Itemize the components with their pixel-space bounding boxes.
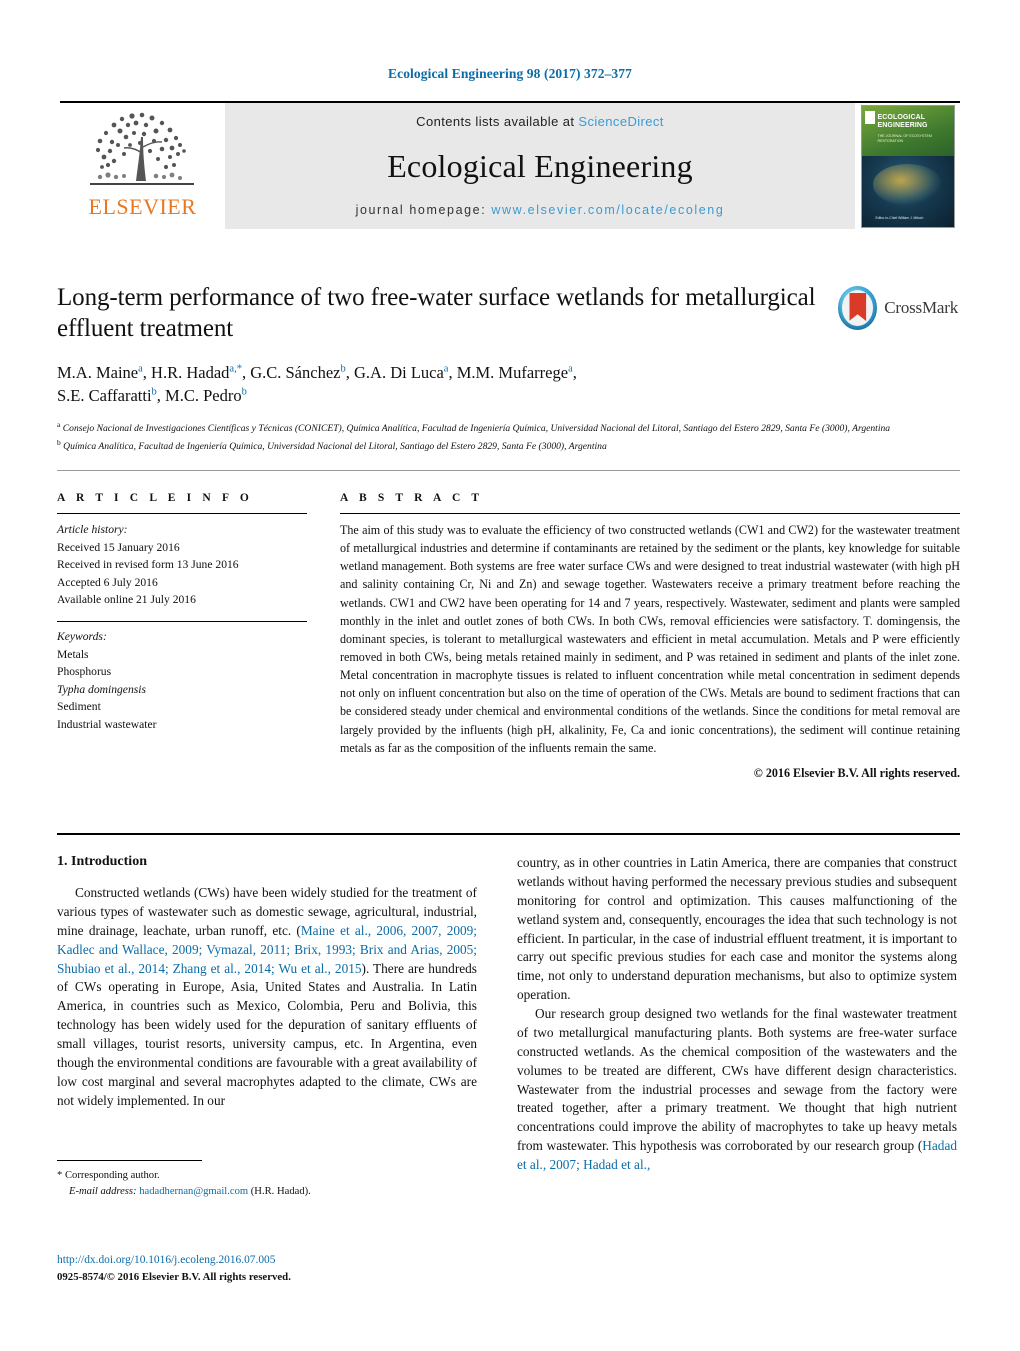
article-info-heading: A R T I C L E I N F O <box>57 492 253 504</box>
intro-paragraph-1-cont: country, as in other countries in Latin … <box>517 855 957 1003</box>
intro-p2-part-a: Our research group designed two wetlands… <box>517 1006 957 1154</box>
affiliation-b: b Química Analítica, Facultad de Ingenie… <box>57 437 607 452</box>
abstract-rule <box>340 513 960 514</box>
crossmark-label: CrossMark <box>884 298 958 317</box>
journal-homepage-link[interactable]: www.elsevier.com/locate/ecoleng <box>491 203 724 217</box>
corresponding-label: Corresponding author. <box>64 1170 160 1181</box>
author-line-1: M.A. Mainea, H.R. Hadada,*, G.C. Sánchez… <box>57 363 577 382</box>
keywords-block: Keywords: Metals Phosphorus Typha doming… <box>57 628 307 734</box>
running-head: Ecological Engineering 98 (2017) 372–377 <box>388 66 632 81</box>
info-divider-top <box>57 470 960 471</box>
article-history: Article history: Received 15 January 201… <box>57 521 307 609</box>
history-item: Accepted 6 July 2016 <box>57 575 158 589</box>
body-column-right: country, as in other countries in Latin … <box>517 854 957 1175</box>
intro-p1-part-b: ). There are hundreds of CWs operating i… <box>57 960 477 1108</box>
cover-title-line2: ENGINEERING <box>877 121 928 129</box>
email-label: E-mail address: <box>69 1185 137 1197</box>
keywords-label: Keywords: <box>57 630 107 644</box>
footnote-divider <box>57 1160 202 1161</box>
contents-available-line: Contents lists available at ScienceDirec… <box>416 114 664 129</box>
section-heading-introduction: 1. Introduction <box>57 854 147 869</box>
affiliation-b-text: Química Analítica, Facultad de Ingenierí… <box>63 440 607 452</box>
keyword-item: Metals <box>57 647 89 661</box>
abstract-copyright: © 2016 Elsevier B.V. All rights reserved… <box>753 765 960 780</box>
abstract-heading: A B S T R A C T <box>340 492 484 504</box>
article-history-label: Article history: <box>57 523 128 536</box>
author-line-2: S.E. Caffarattib, M.C. Pedrob <box>57 386 247 406</box>
abstract-text: The aim of this study was to evaluate th… <box>340 523 960 755</box>
affiliation-a-text: Consejo Nacional de Investigaciones Cien… <box>62 423 891 435</box>
journal-article-page: Ecological Engineering 98 (2017) 372–377 <box>0 0 1020 1351</box>
email-owner: (H.R. Hadad). <box>250 1185 311 1197</box>
keyword-item: Typha domingensis <box>57 682 146 696</box>
corresponding-marker: * <box>57 1170 63 1181</box>
keywords-rule <box>57 621 307 623</box>
cover-elsevier-icon <box>864 110 875 124</box>
cover-title: ECOLOGICAL ENGINEERING <box>878 114 951 130</box>
email-line: E-mail address: hadadhernan@gmail.com (H… <box>57 1184 487 1200</box>
keyword-item: Sediment <box>57 700 101 714</box>
article-info-rule <box>57 513 307 514</box>
crossmark-badge[interactable]: CrossMark <box>838 281 958 335</box>
intro-paragraph-1: Constructed wetlands (CWs) have been wid… <box>57 884 477 1111</box>
affiliation-a: a Consejo Nacional de Investigaciones Ci… <box>57 419 891 435</box>
history-item: Available online 21 July 2016 <box>57 593 196 607</box>
journal-homepage-line: journal homepage: www.elsevier.com/locat… <box>356 203 725 217</box>
journal-cover-thumbnail: ECOLOGICAL ENGINEERING THE JOURNAL OF EC… <box>860 104 955 228</box>
doi-link[interactable]: http://dx.doi.org/10.1016/j.ecoleng.2016… <box>57 1252 487 1269</box>
masthead-center: Contents lists available at ScienceDirec… <box>225 103 855 229</box>
article-info-column: A R T I C L E I N F O Article history: R… <box>57 492 307 734</box>
contents-prefix: Contents lists available at <box>416 114 579 129</box>
elsevier-wordmark: ELSEVIER <box>88 194 197 219</box>
abstract-column: A B S T R A C T The aim of this study wa… <box>340 492 960 781</box>
cover-title-line1: ECOLOGICAL <box>877 113 926 121</box>
doi-block: http://dx.doi.org/10.1016/j.ecoleng.2016… <box>57 1252 487 1285</box>
issn-copyright-line: 0925-8574/© 2016 Elsevier B.V. All right… <box>57 1270 291 1283</box>
keyword-item: Phosphorus <box>57 665 112 679</box>
crossmark-icon <box>838 286 878 330</box>
title-block: Long-term performance of two free-water … <box>57 283 890 454</box>
page-title: Long-term performance of two free-water … <box>57 284 816 342</box>
cover-artwork <box>872 163 943 205</box>
elsevier-tree-icon <box>84 107 202 195</box>
elsevier-logo: ELSEVIER <box>60 103 225 229</box>
abstract-divider-bottom <box>57 833 960 835</box>
keyword-item: Industrial wastewater <box>57 718 157 732</box>
journal-masthead: ELSEVIER Contents lists available at Sci… <box>60 101 960 229</box>
homepage-prefix: journal homepage: <box>355 203 492 217</box>
author-list: M.A. Mainea, H.R. Hadada,*, G.C. Sánchez… <box>57 361 817 408</box>
journal-title: Ecological Engineering <box>387 148 693 184</box>
email-link[interactable]: hadadhernan@gmail.com <box>139 1186 248 1197</box>
sciencedirect-link[interactable]: ScienceDirect <box>578 114 663 129</box>
journal-cover-block: ECOLOGICAL ENGINEERING THE JOURNAL OF EC… <box>855 103 960 229</box>
cover-footer: Editor-in-Chief William J. Mitsch <box>875 216 924 221</box>
body-column-left: 1. Introduction Constructed wetlands (CW… <box>57 854 477 1111</box>
intro-paragraph-2: Our research group designed two wetlands… <box>517 1005 957 1175</box>
history-item: Received 15 January 2016 <box>57 540 180 554</box>
corresponding-author-line: * Corresponding author. <box>57 1168 487 1184</box>
corresponding-author-footnote: * Corresponding author. E-mail address: … <box>57 1168 487 1200</box>
affiliations: a Consejo Nacional de Investigaciones Ci… <box>57 419 897 455</box>
cover-subtitle: THE JOURNAL OF ECOSYSTEM RESTORATION <box>877 133 932 143</box>
history-item: Received in revised form 13 June 2016 <box>57 558 239 572</box>
